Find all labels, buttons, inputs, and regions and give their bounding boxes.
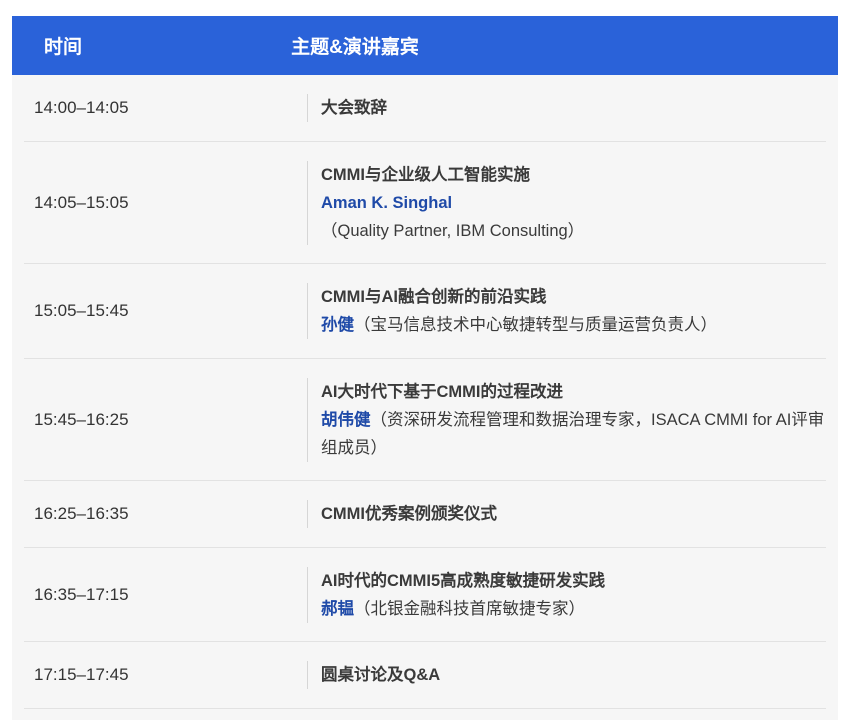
- row-time: 15:45–16:25: [34, 409, 129, 429]
- header-topic: 主题&演讲嘉宾: [291, 37, 419, 58]
- table-row: 16:25–16:35 CMMI优秀案例颁奖仪式: [24, 481, 826, 548]
- row-time: 16:25–16:35: [34, 504, 129, 523]
- table-header: 时间 主题&演讲嘉宾: [12, 16, 838, 75]
- row-time: 16:35–17:15: [34, 584, 129, 604]
- agenda-rows: 14:00–14:05 大会致辞 14:05–15:05 CMMI与企业级人工智…: [24, 75, 826, 709]
- row-topic: 圆桌讨论及Q&A: [321, 666, 441, 684]
- row-topic: CMMI优秀案例颁奖仪式: [321, 505, 497, 523]
- row-affiliation: （宝马信息技术中心敏捷转型与质量运营负责人）: [354, 316, 717, 334]
- row-content: AI时代的CMMI5高成熟度敏捷研发实践 郝韫（北银金融科技首席敏捷专家）: [307, 566, 826, 623]
- table-row: 16:35–17:15 AI时代的CMMI5高成熟度敏捷研发实践 郝韫（北银金融…: [24, 548, 826, 642]
- table-row: 15:45–16:25 AI大时代下基于CMMI的过程改进 胡伟健（资深研发流程…: [24, 359, 826, 481]
- row-content: 圆桌讨论及Q&A: [307, 661, 826, 689]
- row-speaker: 孙健: [321, 316, 354, 334]
- row-content: 大会致辞: [307, 94, 826, 122]
- row-affiliation: （资深研发流程管理和数据治理专家，ISACA CMMI for AI评审组成员）: [321, 410, 825, 457]
- row-speaker: 郝韫: [321, 599, 354, 618]
- row-content: CMMI优秀案例颁奖仪式: [307, 500, 826, 528]
- row-affiliation: （北银金融科技首席敏捷专家）: [354, 599, 585, 618]
- row-topic: CMMI与企业级人工智能实施: [321, 165, 530, 184]
- table-row: 17:15–17:45 圆桌讨论及Q&A: [24, 642, 826, 709]
- row-content: CMMI与AI融合创新的前沿实践 孙健（宝马信息技术中心敏捷转型与质量运营负责人…: [307, 283, 826, 339]
- table-row: 15:05–15:45 CMMI与AI融合创新的前沿实践 孙健（宝马信息技术中心…: [24, 264, 826, 359]
- row-time: 14:00–14:05: [34, 98, 129, 117]
- row-topic: AI大时代下基于CMMI的过程改进: [321, 382, 563, 401]
- row-affiliation: （Quality Partner, IBM Consulting）: [321, 221, 585, 240]
- row-topic: 大会致辞: [321, 99, 387, 117]
- row-time: 17:15–17:45: [34, 665, 129, 684]
- row-speaker: 胡伟健: [321, 410, 371, 429]
- row-time: 15:05–15:45: [34, 301, 129, 320]
- row-topic: CMMI与AI融合创新的前沿实践: [321, 288, 547, 306]
- agenda-table: 时间 主题&演讲嘉宾 14:00–14:05 大会致辞 14:05–15:05 …: [12, 16, 838, 720]
- table-row: 14:00–14:05 大会致辞: [24, 75, 826, 142]
- row-speaker: Aman K. Singhal: [321, 193, 453, 212]
- table-row: 14:05–15:05 CMMI与企业级人工智能实施 Aman K. Singh…: [24, 142, 826, 264]
- header-time: 时间: [44, 37, 83, 58]
- row-content: CMMI与企业级人工智能实施 Aman K. Singhal （Quality …: [307, 160, 826, 245]
- row-content: AI大时代下基于CMMI的过程改进 胡伟健（资深研发流程管理和数据治理专家，IS…: [307, 377, 826, 462]
- row-time: 14:05–15:05: [34, 192, 129, 212]
- row-topic: AI时代的CMMI5高成熟度敏捷研发实践: [321, 571, 606, 590]
